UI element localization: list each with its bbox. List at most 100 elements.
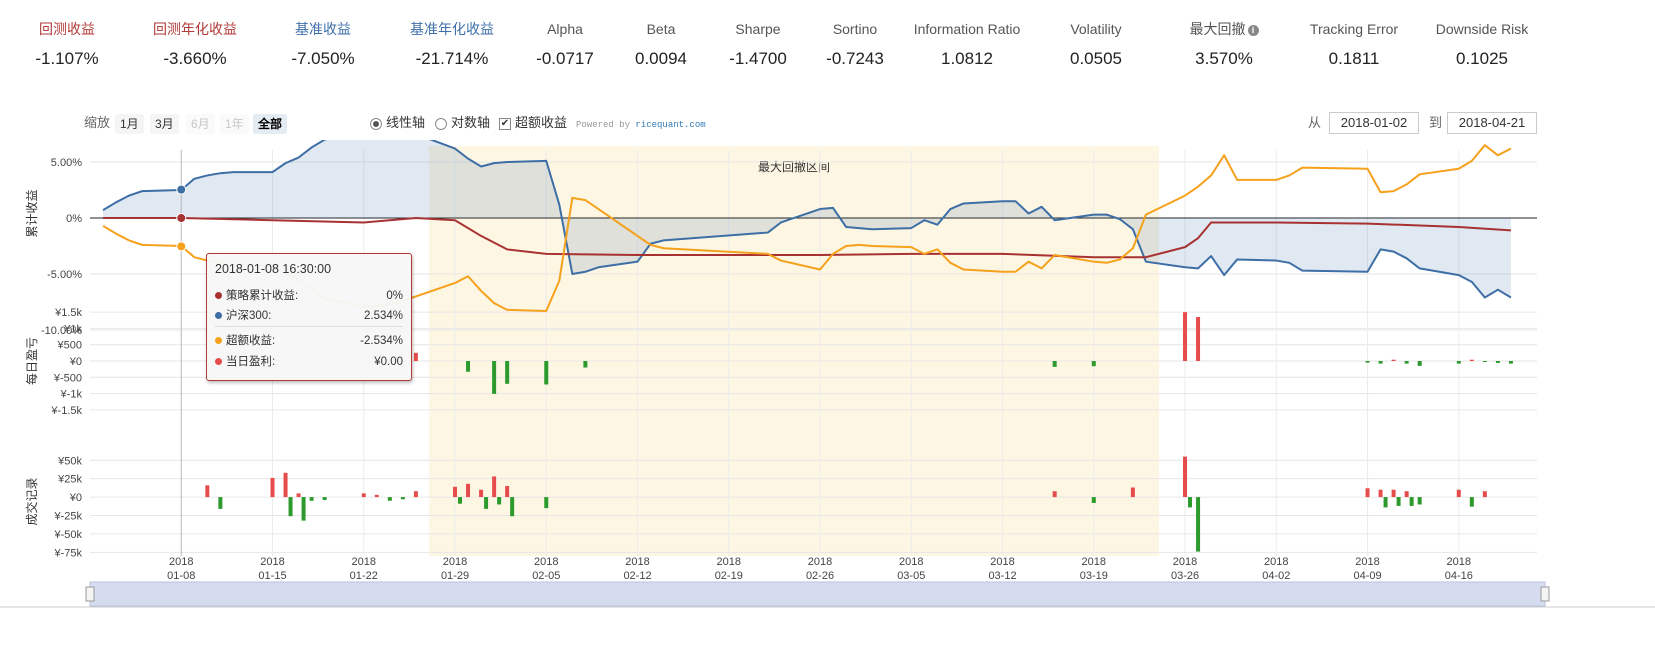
bar[interactable]	[1130, 487, 1135, 498]
backtest-chart[interactable]: 最大回撤区间5.00%0%-5.00%-10.00%累计收益¥1.5k¥1k¥5…	[0, 140, 1655, 672]
log-axis-option[interactable]: 对数轴	[435, 112, 490, 134]
info-icon[interactable]: i	[1247, 24, 1259, 36]
x-tick-date: 02-19	[715, 570, 743, 582]
bar[interactable]	[458, 497, 463, 504]
bar[interactable]	[1417, 497, 1422, 505]
bar[interactable]	[505, 361, 510, 384]
metric-label-text: Information Ratio	[913, 21, 1021, 37]
bar[interactable]	[1378, 489, 1383, 498]
bar[interactable]	[1456, 361, 1461, 364]
tooltip-row-excess: 超额收益: -2.534%	[215, 333, 403, 349]
bar[interactable]	[218, 497, 223, 509]
bar[interactable]	[1365, 488, 1370, 498]
to-label: 到	[1429, 115, 1443, 130]
bar[interactable]	[466, 361, 471, 372]
range-navigator[interactable]	[89, 581, 1546, 607]
bar[interactable]	[1495, 361, 1500, 363]
bar[interactable]	[1196, 317, 1201, 361]
bar[interactable]	[1391, 489, 1396, 498]
tooltip-row-value: 2.534%	[363, 310, 403, 322]
bar[interactable]	[1391, 359, 1396, 361]
y-tick-label: ¥-1k	[60, 389, 83, 401]
bar[interactable]	[413, 352, 418, 361]
linear-axis-label: 线性轴	[386, 115, 426, 130]
metric-label-text: 回测收益	[39, 21, 95, 37]
brand-link[interactable]: ricequant.com	[635, 120, 705, 130]
from-date-input[interactable]: 2018-01-02	[1329, 112, 1419, 134]
bar[interactable]	[1091, 497, 1096, 503]
excess-return-option[interactable]: ✔ 超额收益	[499, 112, 567, 134]
bar[interactable]	[283, 472, 288, 498]
bar[interactable]	[1508, 361, 1513, 364]
x-tick-year: 2018	[1173, 556, 1197, 568]
metric-label: 回测年化收益	[130, 20, 260, 38]
bar[interactable]	[1196, 497, 1201, 552]
bar[interactable]	[1469, 497, 1474, 507]
bar[interactable]	[205, 485, 210, 498]
bar[interactable]	[296, 493, 301, 498]
linear-axis-option[interactable]: 线性轴	[370, 112, 425, 134]
x-tick-date: 03-26	[1171, 570, 1199, 582]
metric-item: 回测收益 -1.107%	[2, 20, 132, 70]
bar[interactable]	[583, 361, 588, 368]
bar[interactable]	[510, 497, 515, 517]
zoom-button[interactable]: 3月	[150, 114, 179, 134]
bar[interactable]	[1482, 361, 1487, 362]
bar[interactable]	[1183, 456, 1188, 498]
navigator-left-handle[interactable]	[85, 586, 95, 602]
bar[interactable]	[1482, 491, 1487, 498]
y-tick-label: ¥-75k	[53, 547, 82, 559]
navigator-right-handle[interactable]	[1540, 586, 1550, 602]
radio-unchecked-icon[interactable]	[435, 117, 447, 130]
tooltip-row-strategy: 策略累计收益: 0%	[215, 288, 403, 304]
bar[interactable]	[497, 497, 502, 505]
bar[interactable]	[492, 476, 497, 498]
bar[interactable]	[479, 489, 484, 498]
zoom-button[interactable]: 6月	[186, 114, 215, 134]
bar[interactable]	[1052, 491, 1057, 498]
bar[interactable]	[1188, 497, 1193, 508]
metric-label-text: Sharpe	[735, 21, 781, 37]
chart-tooltip: 2018-01-08 16:30:00 策略累计收益: 0% 沪深300: 2.53…	[206, 253, 412, 381]
checkbox-checked-icon[interactable]: ✔	[499, 117, 511, 130]
zoom-button[interactable]: 1月	[115, 114, 144, 134]
radio-checked-icon[interactable]	[370, 117, 382, 130]
bar[interactable]	[1396, 497, 1401, 506]
bar[interactable]	[1183, 312, 1188, 361]
x-tick-year: 2018	[260, 556, 284, 568]
to-date-input[interactable]: 2018-04-21	[1447, 112, 1537, 134]
bar[interactable]	[544, 497, 549, 509]
bar[interactable]	[374, 494, 379, 498]
bar[interactable]	[301, 497, 306, 521]
bar[interactable]	[1409, 497, 1414, 506]
bar[interactable]	[1383, 497, 1388, 508]
bar[interactable]	[322, 497, 327, 501]
metric-label: Sortino	[790, 20, 920, 38]
bar[interactable]	[544, 361, 549, 385]
zoom-button[interactable]: 全部	[253, 114, 288, 134]
bar[interactable]	[466, 483, 471, 498]
bar[interactable]	[309, 497, 314, 501]
bar[interactable]	[1456, 489, 1461, 498]
bar[interactable]	[400, 497, 405, 500]
bar[interactable]	[1378, 361, 1383, 364]
bar[interactable]	[270, 477, 275, 498]
bar[interactable]	[413, 491, 418, 498]
bar[interactable]	[361, 493, 366, 498]
metric-label: Volatility	[1031, 20, 1161, 38]
bar[interactable]	[387, 497, 392, 501]
bar[interactable]	[1091, 361, 1096, 367]
bar[interactable]	[453, 486, 458, 498]
bar[interactable]	[1365, 361, 1370, 363]
bar[interactable]	[1404, 361, 1409, 364]
bar[interactable]	[1469, 359, 1474, 361]
bar[interactable]	[288, 497, 293, 517]
zoom-button[interactable]: 1年	[220, 114, 249, 134]
bar[interactable]	[1052, 361, 1057, 367]
bar[interactable]	[492, 361, 497, 394]
y-tick-label: ¥0	[69, 356, 82, 368]
bar[interactable]	[505, 486, 510, 498]
bar[interactable]	[484, 497, 489, 509]
bar[interactable]	[1417, 361, 1422, 366]
bar[interactable]	[1404, 491, 1409, 498]
